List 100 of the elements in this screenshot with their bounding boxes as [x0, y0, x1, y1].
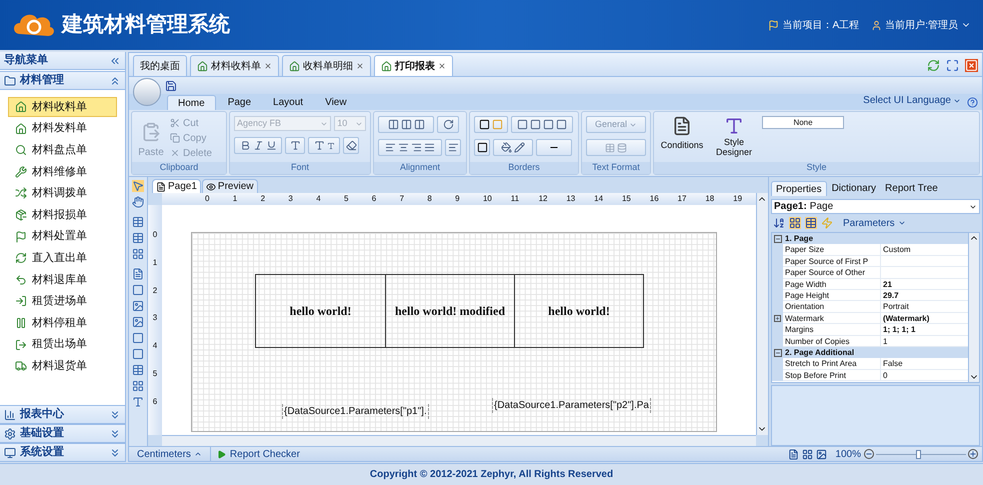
close-icon[interactable] [438, 62, 446, 70]
text-icon[interactable] [132, 396, 144, 408]
table-icon[interactable] [132, 216, 144, 228]
ribbon-tab[interactable]: Page [218, 95, 262, 110]
menu-item[interactable]: 材料收料单 [8, 97, 117, 117]
square-icon[interactable] [132, 348, 144, 360]
page-icon[interactable] [788, 448, 800, 460]
image-icon[interactable] [132, 316, 144, 328]
font-color-button[interactable] [285, 137, 305, 154]
shadow-button[interactable] [474, 139, 490, 156]
menu-item[interactable]: 材料停租单 [8, 312, 117, 333]
grid-icon[interactable] [802, 448, 814, 460]
help-icon[interactable] [967, 97, 978, 108]
menu-item[interactable]: 材料退库单 [8, 270, 117, 290]
square-icon[interactable] [132, 284, 144, 296]
current-user[interactable]: 当前用户:管理员 [885, 18, 958, 32]
maximize-icon[interactable] [946, 59, 959, 72]
horizontal-scrollbar[interactable] [162, 435, 756, 446]
grid-icon[interactable] [132, 248, 144, 260]
grid-icon[interactable] [132, 380, 144, 392]
grid-icon[interactable] [789, 217, 801, 229]
properties-scrollbar[interactable] [968, 233, 979, 382]
square-icon[interactable] [132, 332, 144, 344]
border-sides-buttons[interactable] [511, 116, 573, 133]
clear-format-button[interactable] [343, 137, 359, 154]
border-buttons[interactable] [474, 116, 508, 133]
menu-item[interactable]: 租赁进场单 [8, 291, 117, 312]
align-buttons[interactable] [378, 139, 442, 156]
current-project[interactable]: 当前项目：A工程 [782, 18, 860, 32]
zoom-thumb[interactable] [916, 450, 922, 458]
expand-icon[interactable] [774, 314, 781, 322]
style-value-field[interactable]: None [762, 116, 844, 129]
save-icon[interactable] [165, 80, 177, 92]
table-icon[interactable] [132, 364, 144, 376]
vertical-scrollbar[interactable] [756, 193, 768, 435]
hand-icon[interactable] [132, 196, 144, 208]
document-tab[interactable]: 打印报表 [374, 55, 453, 76]
property-value[interactable]: (Watermark) [881, 312, 968, 324]
report-cell[interactable]: hello world! modified [385, 275, 514, 347]
font-size-buttons[interactable] [308, 137, 340, 154]
menu-item[interactable]: 材料调拨单 [8, 183, 117, 204]
style-designer-button[interactable]: Style Designer [712, 116, 756, 157]
menu-item[interactable]: 材料处置单 [8, 226, 117, 247]
image-icon[interactable] [132, 300, 144, 312]
text-style-buttons[interactable] [234, 137, 282, 154]
document-tab[interactable]: 收料单明细 [282, 55, 371, 76]
category-row[interactable]: 1. Page [772, 233, 968, 244]
property-value[interactable]: 1 [881, 336, 968, 347]
panel-tab[interactable]: Dictionary [828, 181, 880, 196]
category-row[interactable]: 2. Page Additional [772, 346, 968, 358]
color-buttons[interactable] [493, 139, 533, 156]
rotate-button[interactable] [437, 116, 459, 133]
object-selector[interactable]: Page1: Page [771, 199, 980, 214]
close-icon[interactable] [356, 62, 364, 70]
data-field[interactable]: {DataSource1.Parameters["p1"]. [282, 404, 429, 419]
document-tab[interactable]: 材料收料单 [190, 55, 279, 76]
menu-item[interactable]: 材料维修单 [8, 162, 117, 182]
ribbon-tab[interactable]: Layout [263, 95, 314, 110]
preview-tab[interactable]: Preview [202, 179, 258, 193]
zoom-in-icon[interactable] [968, 449, 978, 459]
zoom-out-icon[interactable] [864, 449, 874, 459]
property-value[interactable]: 21 [881, 278, 968, 290]
page-icon[interactable] [132, 268, 144, 280]
property-value[interactable]: 1; 1; 1; 1 [881, 324, 968, 336]
property-value[interactable]: Portrait [881, 301, 968, 313]
menu-item[interactable]: 材料发料单 [8, 118, 117, 139]
property-value[interactable]: 0 [881, 370, 968, 382]
menu-item[interactable]: 材料报损单 [8, 204, 117, 225]
document-tab[interactable]: 我的桌面 [133, 55, 187, 76]
ribbon-tab[interactable]: View [315, 95, 357, 110]
table-icon[interactable] [132, 232, 144, 244]
property-value[interactable]: 29.7 [881, 290, 968, 302]
data-field[interactable]: {DataSource1.Parameters["p2"].Pa [492, 398, 651, 413]
menu-item[interactable]: 直入直出单 [8, 248, 117, 268]
accordion-header[interactable]: 材料管理 [0, 71, 125, 90]
report-checker[interactable]: Report Checker [230, 446, 300, 462]
property-value[interactable]: False [881, 358, 968, 370]
ribbon-tab[interactable]: Home [167, 95, 216, 110]
panel-tab[interactable]: Report Tree [881, 181, 942, 196]
menu-item[interactable]: 租赁出场单 [8, 334, 117, 355]
table-icon[interactable] [805, 217, 817, 229]
panel-tab[interactable]: Properties [771, 181, 827, 196]
close-icon[interactable] [264, 62, 272, 70]
vertical-align-buttons[interactable] [378, 116, 434, 133]
design-tab[interactable]: Page1 [152, 179, 201, 193]
conditions-button[interactable]: Conditions [658, 116, 706, 150]
report-cell[interactable]: hello world! [514, 275, 643, 347]
refresh-icon[interactable] [927, 59, 940, 72]
property-value[interactable]: Custom [881, 244, 968, 256]
report-cell[interactable]: hello world! [256, 275, 385, 347]
language-selector[interactable]: Select UI Language [863, 93, 961, 108]
accordion-header[interactable]: 基础设置 [0, 424, 125, 443]
wrap-button[interactable] [445, 139, 461, 156]
accordion-header[interactable]: 系统设置 [0, 443, 125, 462]
menu-item[interactable]: 材料盘点单 [8, 140, 117, 160]
sort-icon[interactable] [773, 217, 785, 229]
image-icon[interactable] [816, 448, 828, 460]
pointer-icon[interactable] [132, 180, 144, 192]
accordion-header[interactable]: 报表中心 [0, 405, 125, 424]
menu-item[interactable]: 材料退货单 [8, 356, 117, 376]
